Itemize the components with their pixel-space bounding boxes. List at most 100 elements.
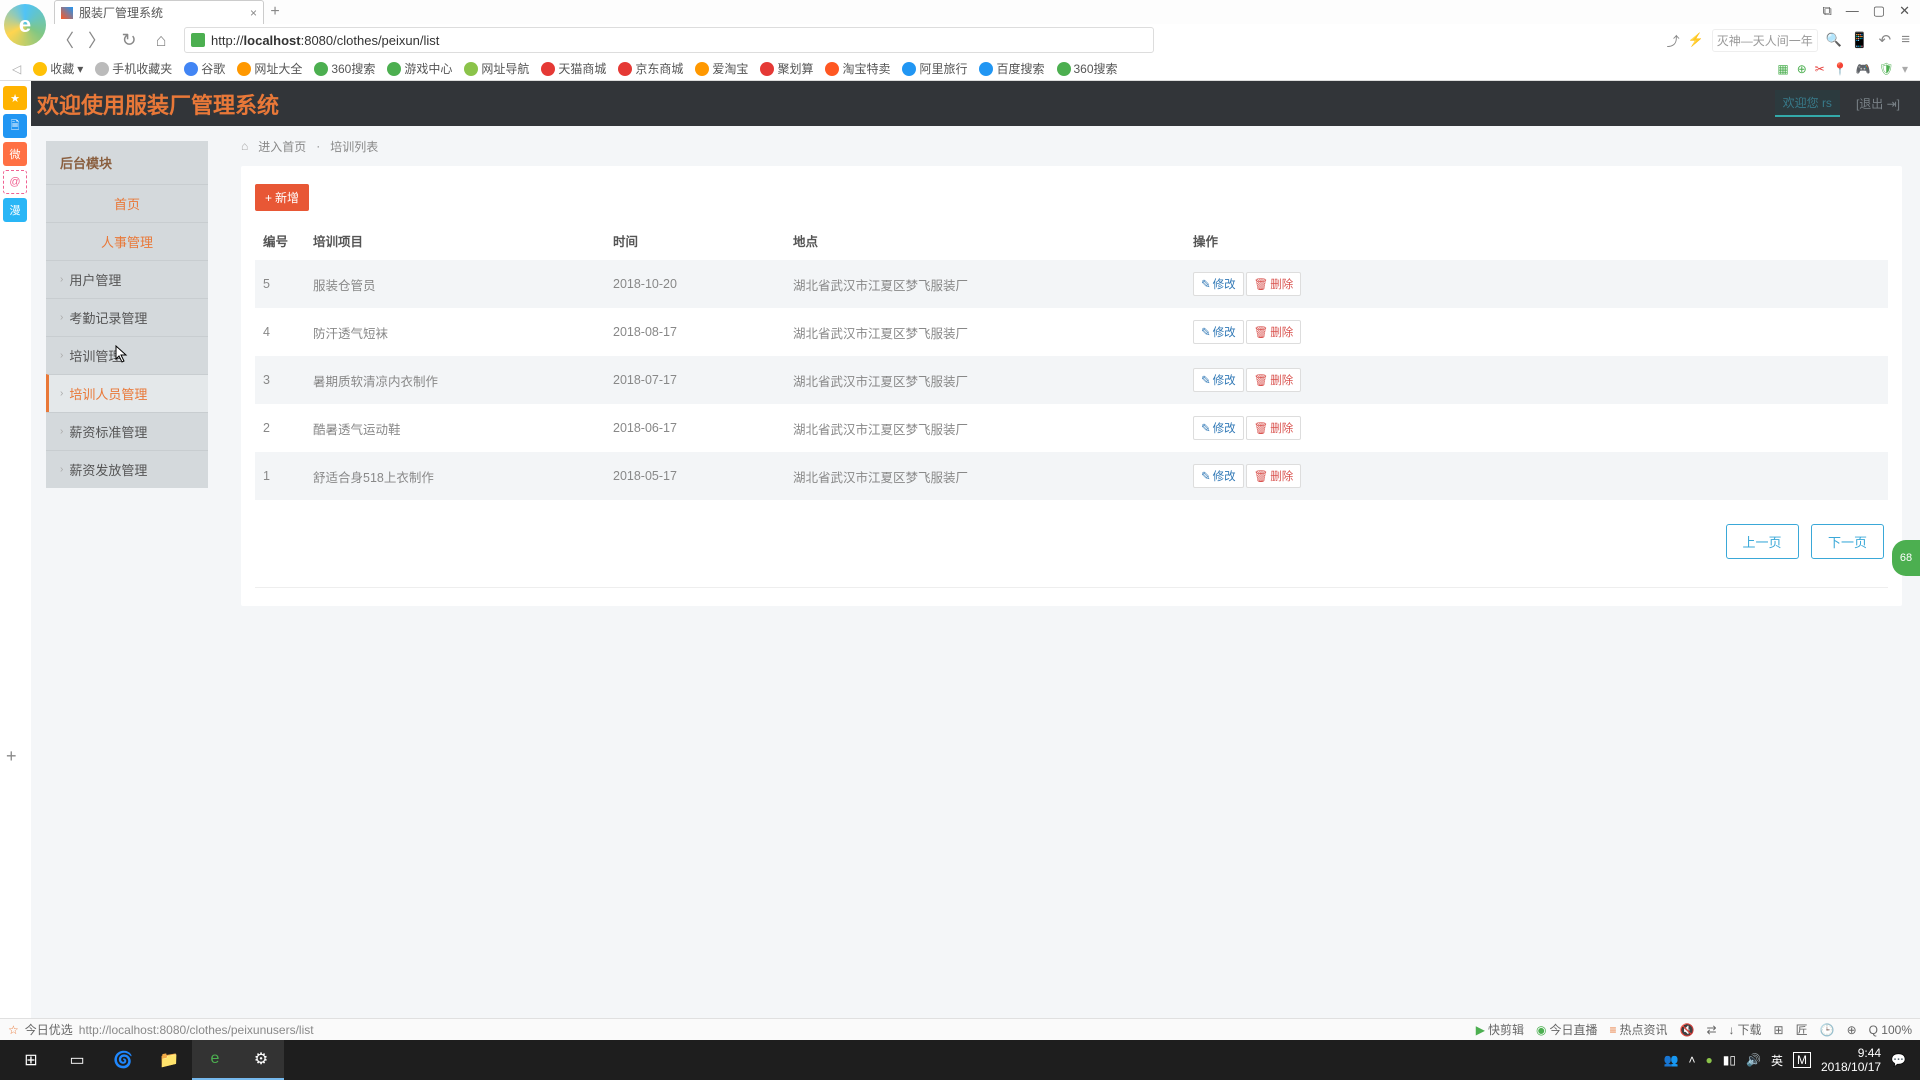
bookmark-alitrip[interactable]: 阿里旅行 <box>902 60 967 77</box>
side-weibo-icon[interactable]: 微 <box>3 142 27 166</box>
status-plus-icon[interactable]: ⊕ <box>1847 1023 1857 1037</box>
th-loc: 地点 <box>785 221 1185 260</box>
delete-button[interactable]: 🗑删除 <box>1246 416 1302 440</box>
bookmark-taobao[interactable]: 淘宝特卖 <box>825 60 890 77</box>
window-close-icon[interactable]: ✕ <box>1899 3 1910 19</box>
status-toggle-icon[interactable]: ⇄ <box>1706 1023 1716 1037</box>
status-grid-icon[interactable]: ⊞ <box>1774 1023 1784 1037</box>
edit-button[interactable]: ✎修改 <box>1193 320 1244 344</box>
status-mute-icon[interactable]: 🔇 <box>1680 1023 1695 1037</box>
status-clock-icon[interactable]: 🕒 <box>1820 1023 1835 1037</box>
ext-cut-icon[interactable]: ✂ <box>1815 62 1825 76</box>
nav-forward-icon[interactable]: 〉 <box>88 27 106 53</box>
bookmark-tmall[interactable]: 天猫商城 <box>541 60 606 77</box>
ext-book-icon[interactable]: ▦ <box>1777 62 1788 76</box>
tray-volume-icon[interactable]: 🔊 <box>1746 1053 1761 1067</box>
search-input[interactable]: 灭神—天人间一年 <box>1712 29 1818 52</box>
edit-button[interactable]: ✎修改 <box>1193 368 1244 392</box>
ext-plus-icon[interactable]: ⊕ <box>1797 62 1807 76</box>
bookmark-360[interactable]: 360搜索 <box>314 60 375 77</box>
sidebar-item-salary-pay[interactable]: ›薪资发放管理 <box>46 450 208 488</box>
share-icon[interactable]: ⤴ <box>1667 31 1680 50</box>
menu-icon[interactable]: ≡ <box>1901 31 1910 49</box>
bookmark-sites[interactable]: 网址大全 <box>237 60 302 77</box>
tray-battery-icon[interactable]: ▮▯ <box>1723 1053 1736 1067</box>
ext-game-icon[interactable]: 🎮 <box>1856 62 1871 76</box>
status-clip[interactable]: ▶快剪辑 <box>1476 1021 1524 1038</box>
tray-up-icon[interactable]: ˄ <box>1689 1053 1696 1067</box>
sidebar-item-home[interactable]: 首页 <box>46 184 208 222</box>
window-maximize-icon[interactable]: ▢ <box>1873 3 1885 19</box>
tray-keyboard-icon[interactable]: M <box>1793 1052 1811 1068</box>
status-zoom[interactable]: Q 100% <box>1869 1023 1912 1037</box>
add-button[interactable]: +新增 <box>255 184 309 211</box>
edit-button[interactable]: ✎修改 <box>1193 416 1244 440</box>
sidebar-item-trainees[interactable]: ›培训人员管理 <box>46 374 208 412</box>
taskbar-clock[interactable]: 9:44 2018/10/17 <box>1821 1046 1881 1075</box>
bolt-icon[interactable]: ⚡ <box>1688 32 1704 48</box>
bookmark-fav[interactable]: 收藏 ▾ <box>33 60 83 77</box>
logout-link[interactable]: [退出 ⇥] <box>1856 95 1900 112</box>
sidebar-item-salary-std[interactable]: ›薪资标准管理 <box>46 412 208 450</box>
next-page-button[interactable]: 下一页 <box>1811 524 1884 559</box>
edit-button[interactable]: ✎修改 <box>1193 272 1244 296</box>
tray-notifications-icon[interactable]: 💬 <box>1891 1053 1906 1067</box>
bookmark-google[interactable]: 谷歌 <box>184 60 225 77</box>
nav-home-icon[interactable]: ⌂ <box>152 30 170 51</box>
window-minimize-icon[interactable]: — <box>1846 3 1859 19</box>
sidebar-item-attendance[interactable]: ›考勤记录管理 <box>46 298 208 336</box>
bookmark-games[interactable]: 游戏中心 <box>387 60 452 77</box>
prev-page-button[interactable]: 上一页 <box>1726 524 1799 559</box>
delete-button[interactable]: 🗑删除 <box>1246 272 1302 296</box>
taskbar-browser-icon[interactable]: e <box>192 1040 238 1080</box>
status-news[interactable]: ≡热点资讯 <box>1609 1021 1667 1038</box>
url-input[interactable]: http://localhost:8080/clothes/peixun/lis… <box>184 27 1154 53</box>
delete-button[interactable]: 🗑删除 <box>1246 464 1302 488</box>
new-tab-button[interactable]: + <box>264 3 286 21</box>
status-download[interactable]: ↓下载 <box>1729 1021 1762 1038</box>
tray-ime[interactable]: 英 <box>1771 1052 1783 1069</box>
add-side-tab-icon[interactable]: + <box>6 746 17 767</box>
bookmark-mobile[interactable]: 手机收藏夹 <box>95 60 172 77</box>
sidebar-item-training[interactable]: ›培训管理 <box>46 336 208 374</box>
tab-close-icon[interactable]: × <box>250 6 257 20</box>
bookmark-juhuasuan[interactable]: 聚划算 <box>760 60 813 77</box>
side-comic-icon[interactable]: 漫 <box>3 198 27 222</box>
search-icon[interactable]: 🔍 <box>1826 32 1842 48</box>
status-left-label[interactable]: 今日优选 <box>25 1021 73 1038</box>
breadcrumb-home-link[interactable]: 进入首页 <box>258 138 306 155</box>
browser-tab[interactable]: 服装厂管理系统 × <box>54 0 264 24</box>
ext-pin-icon[interactable]: 📍 <box>1833 62 1848 76</box>
sidebar-item-hr[interactable]: 人事管理 <box>46 222 208 260</box>
ext-shield-icon[interactable]: 🛡 <box>1879 62 1894 76</box>
bookmark-baidu[interactable]: 百度搜索 <box>979 60 1044 77</box>
edit-button[interactable]: ✎修改 <box>1193 464 1244 488</box>
tray-sync-icon[interactable]: ● <box>1706 1053 1713 1067</box>
taskbar-gear-icon[interactable]: ⚙ <box>238 1040 284 1080</box>
undo-icon[interactable]: ↶ <box>1879 31 1892 49</box>
status-live[interactable]: ◉今日直播 <box>1536 1021 1598 1038</box>
taskbar-explorer-icon[interactable]: 📁 <box>146 1040 192 1080</box>
delete-button[interactable]: 🗑删除 <box>1246 368 1302 392</box>
window-pip-icon[interactable]: ⧉ <box>1823 3 1832 19</box>
nav-back-icon[interactable]: 〈 <box>56 27 74 53</box>
delete-button[interactable]: 🗑删除 <box>1246 320 1302 344</box>
side-star-icon[interactable]: ★ <box>3 86 27 110</box>
taskbar-spiral-icon[interactable]: 🌀 <box>100 1040 146 1080</box>
bookmark-jd[interactable]: 京东商城 <box>618 60 683 77</box>
ext-more-icon[interactable]: ▾ <box>1902 62 1908 76</box>
side-doc-icon[interactable]: 🗎 <box>3 114 27 138</box>
tray-people-icon[interactable]: 👥 <box>1664 1053 1679 1067</box>
nav-reload-icon[interactable]: ↻ <box>120 30 138 51</box>
bookmark-nav[interactable]: 网址导航 <box>464 60 529 77</box>
sidebar-item-users[interactable]: ›用户管理 <box>46 260 208 298</box>
bookmark-prev-icon[interactable]: ◁ <box>12 62 21 76</box>
bookmark-360b[interactable]: 360搜索 <box>1057 60 1118 77</box>
side-at-icon[interactable]: @ <box>3 170 27 194</box>
mobile-icon[interactable]: 📱 <box>1850 31 1869 49</box>
float-badge[interactable]: 68 <box>1892 540 1920 576</box>
taskview-button[interactable]: ▭ <box>54 1040 100 1080</box>
status-craft-icon[interactable]: 匠 <box>1796 1021 1808 1038</box>
start-button[interactable]: ⊞ <box>8 1040 54 1080</box>
bookmark-aitaobao[interactable]: 爱淘宝 <box>695 60 748 77</box>
